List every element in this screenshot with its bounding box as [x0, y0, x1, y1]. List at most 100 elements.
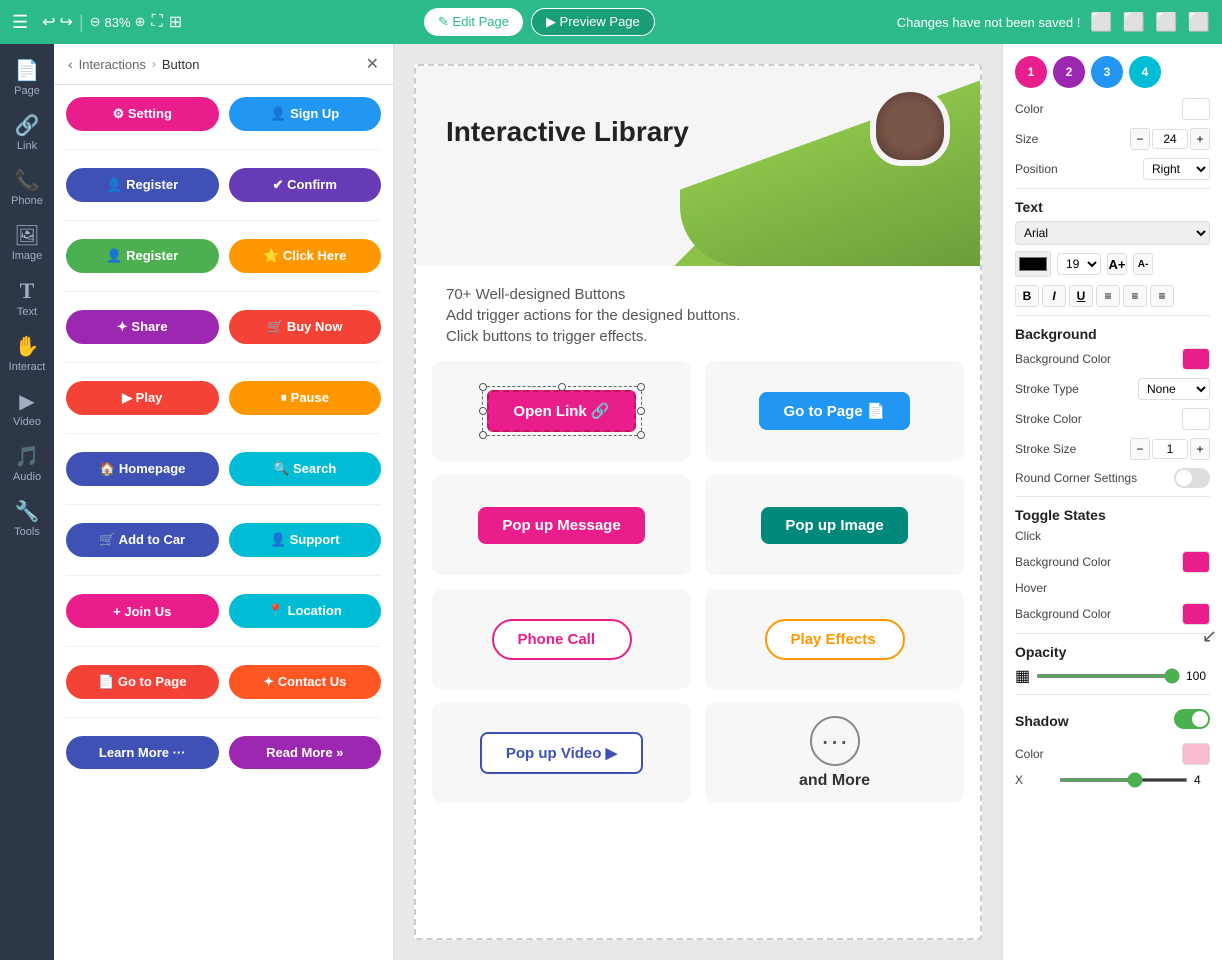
learn-more-button[interactable]: Learn More ···	[66, 736, 219, 769]
sidebar-item-video[interactable]: ▶ Video	[3, 383, 51, 434]
menu-icon[interactable]: ☰	[12, 12, 28, 33]
topbar: ☰ ↩ ↪ | ⊖ 83% ⊕ ⛶ ⊞ ✎ Edit Page ▶ Previe…	[0, 0, 1222, 44]
sidebar-item-link[interactable]: 🔗 Link	[3, 107, 51, 158]
sidebar-item-text[interactable]: T Text	[3, 272, 51, 324]
stroke-size-value[interactable]	[1152, 439, 1188, 459]
shadow-x-slider[interactable]	[1059, 778, 1188, 782]
expand-icon[interactable]: ⛶	[151, 13, 162, 31]
canvas-buttons-area: Open Link 🔗 Go to Page 📄	[416, 345, 980, 819]
stroke-type-label: Stroke Type	[1015, 382, 1132, 396]
canvas-card-goto-page[interactable]: Go to Page 📄	[705, 361, 964, 461]
sidebar-item-page[interactable]: 📄 Page	[3, 52, 51, 103]
opacity-slider[interactable]	[1036, 674, 1180, 678]
popup-message-canvas-button[interactable]: Pop up Message	[478, 507, 644, 544]
location-button[interactable]: 📍 Location	[229, 594, 382, 628]
shadow-color-picker[interactable]	[1182, 743, 1210, 765]
stroke-size-decrease-button[interactable]: −	[1130, 438, 1150, 460]
round-corner-toggle[interactable]	[1174, 468, 1210, 488]
bg-color-picker[interactable]	[1182, 348, 1210, 370]
back-icon[interactable]: ‹	[68, 56, 73, 72]
sidebar-item-tools[interactable]: 🔧 Tools	[3, 493, 51, 544]
canvas-area[interactable]: Interactive Library 70+ Well-designed Bu…	[394, 44, 1002, 960]
join-us-button[interactable]: + Join Us	[66, 594, 219, 628]
grid-icon[interactable]: ⊞	[169, 12, 182, 32]
size-increase-button[interactable]: +	[1190, 128, 1210, 150]
play-button[interactable]: ▶ Play	[66, 381, 219, 415]
size-value[interactable]	[1152, 129, 1188, 149]
buy-now-button[interactable]: 🛒 Buy Now	[229, 310, 382, 344]
position-select[interactable]: Right Left Center	[1143, 158, 1210, 180]
avatar-4: 4	[1129, 56, 1161, 88]
topbar-icon-1[interactable]: ⬜	[1090, 12, 1112, 33]
preview-page-button[interactable]: ▶ Preview Page	[531, 8, 655, 36]
sidebar-label-video: Video	[13, 416, 41, 428]
canvas-subtitle-1: 70+ Well-designed Buttons	[446, 286, 950, 303]
undo-button[interactable]: ↩	[42, 12, 55, 32]
opacity-pattern: ▦	[1015, 666, 1030, 686]
pause-button[interactable]: ⏸ Pause	[229, 381, 382, 415]
text-color-picker[interactable]	[1015, 251, 1051, 277]
click-bg-color-picker[interactable]	[1182, 551, 1210, 573]
align-left-button[interactable]: ≡	[1096, 285, 1120, 307]
popup-image-canvas-button[interactable]: Pop up Image	[761, 507, 907, 544]
goto-page-canvas-button[interactable]: Go to Page 📄	[759, 392, 909, 430]
shadow-color-label: Color	[1015, 747, 1176, 761]
register-button-1[interactable]: 👤 Register	[66, 168, 219, 202]
setting-button[interactable]: ⚙ Setting	[66, 97, 219, 131]
size-decrease-button[interactable]: −	[1130, 128, 1150, 150]
color-picker[interactable]	[1182, 98, 1210, 120]
canvas-card-popup-image[interactable]: Pop up Image	[705, 475, 964, 575]
play-effects-canvas-button[interactable]: Play Effects	[765, 619, 905, 660]
add-to-cart-button[interactable]: 🛒 Add to Car	[66, 523, 219, 557]
opacity-slider-row: ▦ 100	[1015, 666, 1210, 686]
confirm-button[interactable]: ✔ Confirm	[229, 168, 382, 202]
panel-breadcrumb[interactable]: Interactions	[79, 57, 146, 72]
phone-call-canvas-button[interactable]: Phone Call	[492, 619, 632, 660]
align-center-button[interactable]: ≡	[1123, 285, 1147, 307]
sidebar-item-audio[interactable]: 🎵 Audio	[3, 438, 51, 489]
canvas-header-image: Interactive Library	[416, 66, 980, 266]
underline-button[interactable]: U	[1069, 285, 1093, 307]
homepage-button[interactable]: 🏠 Homepage	[66, 452, 219, 486]
click-here-button[interactable]: ⭐ Click Here	[229, 239, 382, 273]
redo-button[interactable]: ↪	[60, 12, 73, 32]
popup-video-canvas-button[interactable]: Pop up Video ▶	[480, 732, 643, 774]
bold-button[interactable]: B	[1015, 285, 1039, 307]
contact-us-button[interactable]: ✦ Contact Us	[229, 665, 382, 699]
tools-icon: 🔧	[15, 499, 40, 524]
font-size-decrease-button[interactable]: A-	[1133, 253, 1153, 275]
stroke-size-increase-button[interactable]: +	[1190, 438, 1210, 460]
register-button-2[interactable]: 👤 Register	[66, 239, 219, 273]
goto-page-button[interactable]: 📄 Go to Page	[66, 665, 219, 699]
open-link-canvas-button[interactable]: Open Link 🔗	[487, 390, 635, 432]
font-select[interactable]: Arial Helvetica Times New Roman	[1015, 221, 1210, 245]
close-icon[interactable]: ✕	[366, 54, 379, 74]
read-more-button[interactable]: Read More »	[229, 736, 382, 769]
stroke-color-picker[interactable]	[1182, 408, 1210, 430]
topbar-icon-2[interactable]: ⬜	[1123, 12, 1145, 33]
font-size-increase-button[interactable]: A+	[1107, 253, 1127, 275]
sidebar-item-phone[interactable]: 📞 Phone	[3, 162, 51, 213]
edit-page-button[interactable]: ✎ Edit Page	[424, 8, 523, 36]
sidebar-item-image[interactable]: 🖼 Image	[3, 217, 51, 268]
shadow-toggle[interactable]	[1174, 709, 1210, 729]
hover-bg-color-picker[interactable]: ↙	[1182, 603, 1210, 625]
canvas-card-popup-message[interactable]: Pop up Message	[432, 475, 691, 575]
zoom-in-icon[interactable]: ⊕	[135, 14, 146, 30]
support-button[interactable]: 👤 Support	[229, 523, 382, 557]
topbar-icon-3[interactable]: ⬜	[1155, 12, 1177, 33]
italic-button[interactable]: I	[1042, 285, 1066, 307]
share-button[interactable]: ✦ Share	[66, 310, 219, 344]
search-button[interactable]: 🔍 Search	[229, 452, 382, 486]
canvas-card-popup-video[interactable]: Pop up Video ▶	[432, 703, 691, 803]
canvas-card-phone-call[interactable]: Phone Call	[432, 589, 691, 689]
sidebar-item-interact[interactable]: ✋ Interact	[3, 328, 51, 379]
canvas-card-play-effects[interactable]: Play Effects	[705, 589, 964, 689]
signup-button[interactable]: 👤 Sign Up	[229, 97, 382, 131]
topbar-icon-4[interactable]: ⬜	[1188, 12, 1210, 33]
zoom-out-icon[interactable]: ⊖	[90, 14, 101, 30]
font-size-select[interactable]: 19 16 18 20 24	[1057, 253, 1101, 275]
align-right-button[interactable]: ≡	[1150, 285, 1174, 307]
canvas-card-open-link[interactable]: Open Link 🔗	[432, 361, 691, 461]
stroke-type-select[interactable]: None Solid Dashed	[1138, 378, 1210, 400]
